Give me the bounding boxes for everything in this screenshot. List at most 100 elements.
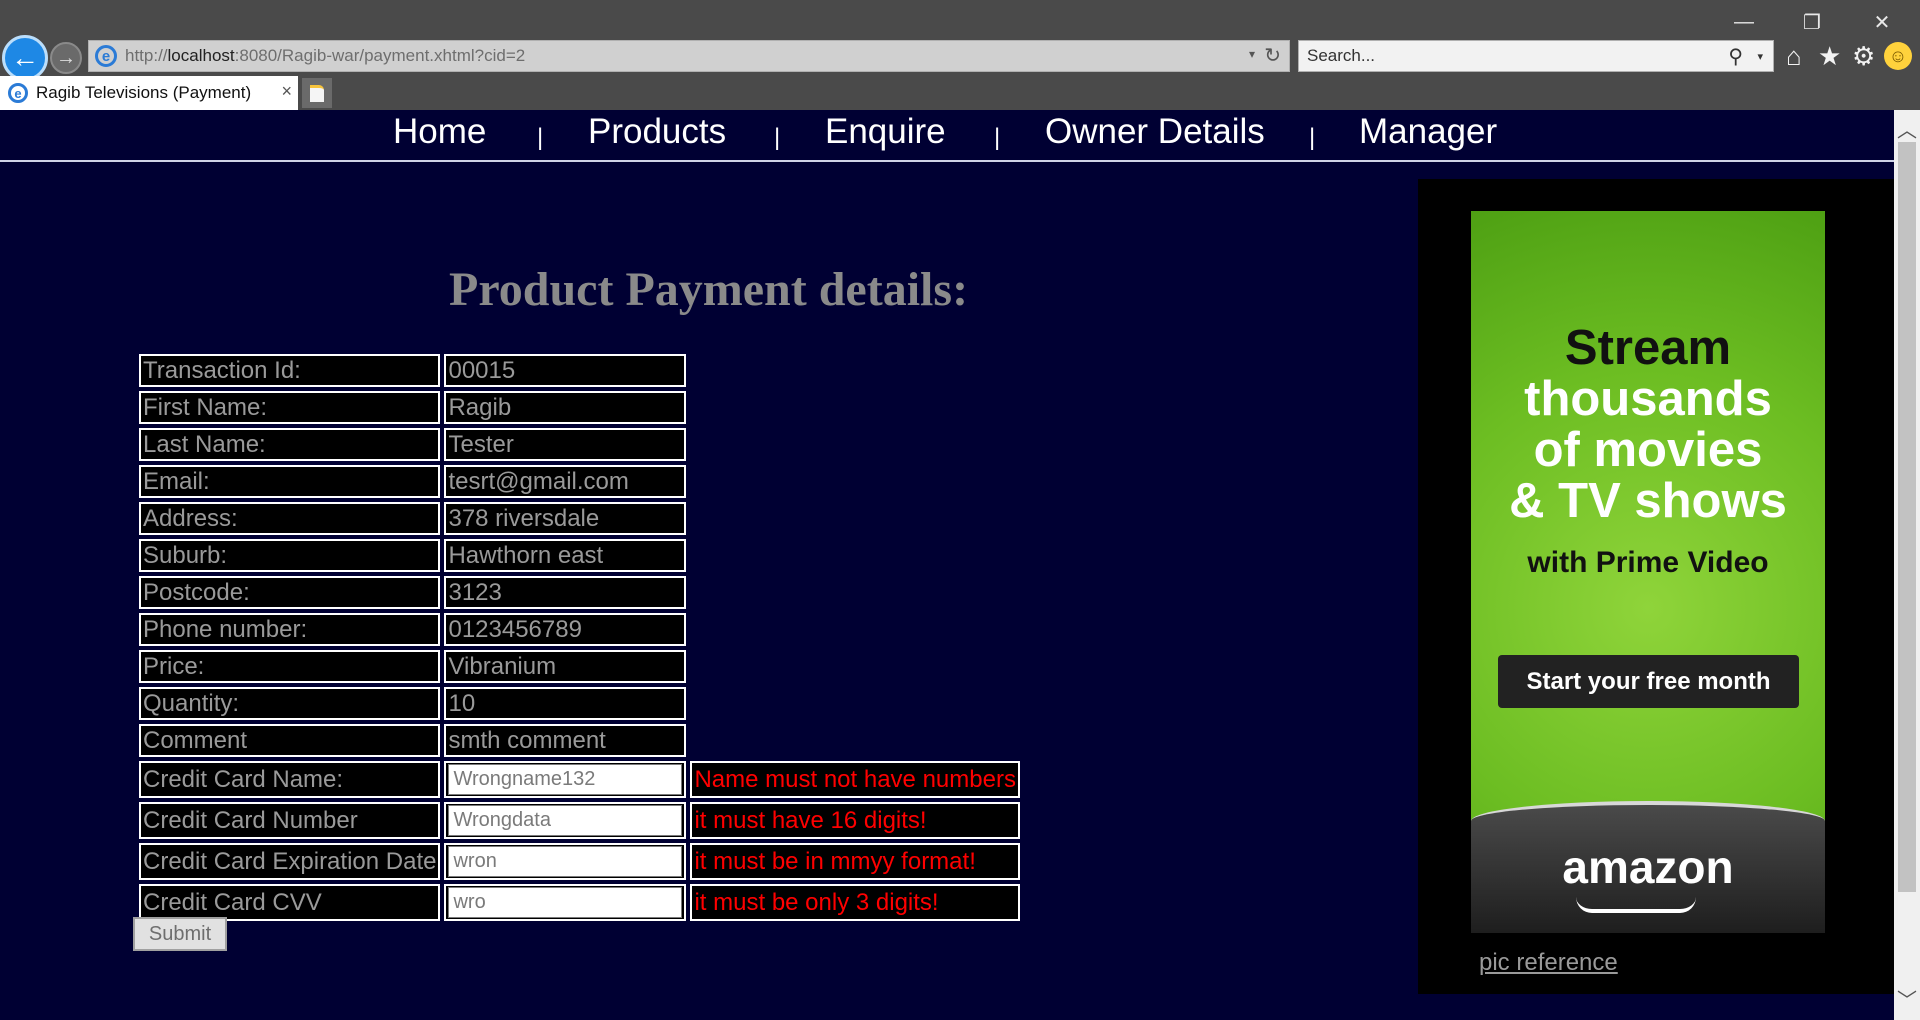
table-row: Credit Card Name: Name must not have num… <box>139 761 1020 798</box>
table-row: Credit Card Number it must have 16 digit… <box>139 802 1020 839</box>
table-row: Credit Card Expiration Date it must be i… <box>139 843 1020 880</box>
forward-arrow-icon: → <box>56 47 76 69</box>
favorites-star-icon[interactable]: ★ <box>1818 42 1841 70</box>
amazon-logo: amazon <box>1562 841 1734 893</box>
credit-card-expiration-input[interactable] <box>448 846 683 877</box>
table-row: Credit Card CVV it must be only 3 digits… <box>139 884 1020 921</box>
tab-title: Ragib Televisions (Payment) <box>36 83 252 102</box>
validation-error: it must have 16 digits! <box>690 802 1020 839</box>
table-row: Email: tesrt@gmail.com <box>139 465 1020 498</box>
search-dropdown-icon[interactable]: ▾ <box>1757 50 1763 63</box>
ad-headline-line: of movies <box>1533 423 1763 477</box>
scroll-thumb[interactable] <box>1898 142 1916 892</box>
url-prefix: http:// <box>125 46 168 65</box>
browser-search-input[interactable] <box>1299 41 1679 71</box>
credit-card-name-input[interactable] <box>448 764 683 795</box>
new-tab-icon <box>310 84 324 102</box>
feedback-smiley-icon[interactable]: ☺ <box>1884 42 1912 70</box>
field-label: Credit Card Number <box>139 802 441 839</box>
forward-button[interactable]: → <box>50 42 82 74</box>
input-cell <box>444 802 687 839</box>
home-icon[interactable]: ⌂ <box>1786 42 1802 70</box>
table-row: Price: Vibranium <box>139 650 1020 683</box>
validation-error: it must be only 3 digits! <box>690 884 1020 921</box>
table-row: Last Name: Tester <box>139 428 1020 461</box>
ad-subline: with Prime Video <box>1527 546 1769 579</box>
ad-headline-line: thousands <box>1524 372 1772 426</box>
field-value: 00015 <box>444 354 687 387</box>
field-value: 10 <box>444 687 687 720</box>
table-row: Postcode: 3123 <box>139 576 1020 609</box>
field-label: First Name: <box>139 391 441 424</box>
scroll-down-icon[interactable]: ﹀ <box>1894 984 1920 1012</box>
browser-chrome: — ❐ ✕ ← → e http://localhost:8080/Ragib-… <box>0 0 1920 110</box>
gear-icon[interactable]: ⚙ <box>1852 42 1875 70</box>
ad-footer: amazon <box>1471 801 1825 933</box>
validation-error: Name must not have numbers <box>690 761 1020 798</box>
vertical-scrollbar[interactable]: ︿ ﹀ <box>1894 110 1920 1020</box>
input-cell <box>444 843 687 880</box>
field-label: Credit Card Name: <box>139 761 441 798</box>
nav-separator: | <box>537 124 544 151</box>
nav-products-link[interactable]: Products <box>588 112 726 152</box>
page-content: Home | Products | Enquire | Owner Detail… <box>0 110 1894 1020</box>
field-label: Credit Card Expiration Date <box>139 843 441 880</box>
scroll-up-icon[interactable]: ︿ <box>1894 114 1920 142</box>
nav-manager-link[interactable]: Manager <box>1359 112 1497 152</box>
ie-page-icon: e <box>95 45 117 67</box>
address-bar[interactable]: e http://localhost:8080/Ragib-war/paymen… <box>88 40 1290 72</box>
tab-payment[interactable]: e Ragib Televisions (Payment) × <box>0 76 298 110</box>
field-label: Transaction Id: <box>139 354 441 387</box>
restore-button[interactable]: ❐ <box>1784 6 1840 38</box>
table-row: Address: 378 riversdale <box>139 502 1020 535</box>
field-label: Address: <box>139 502 441 535</box>
site-nav: Home | Products | Enquire | Owner Detail… <box>0 110 1894 162</box>
field-label: Suburb: <box>139 539 441 572</box>
field-label: Phone number: <box>139 613 441 646</box>
submit-button[interactable]: Submit <box>133 917 227 951</box>
field-value: 3123 <box>444 576 687 609</box>
field-label: Last Name: <box>139 428 441 461</box>
table-row: First Name: Ragib <box>139 391 1020 424</box>
url-text[interactable]: http://localhost:8080/Ragib-war/payment.… <box>125 46 525 66</box>
ad-cta-button[interactable]: Start your free month <box>1498 655 1799 708</box>
new-tab-button[interactable] <box>302 78 332 108</box>
refresh-icon[interactable]: ↻ <box>1264 43 1281 68</box>
field-label: Quantity: <box>139 687 441 720</box>
back-button[interactable]: ← <box>2 35 48 81</box>
nav-owner-details-link[interactable]: Owner Details <box>1045 112 1265 152</box>
page-title: Product Payment details: <box>449 263 969 316</box>
nav-enquire-link[interactable]: Enquire <box>825 112 946 152</box>
table-row: Comment smth comment <box>139 724 1020 757</box>
minimize-button[interactable]: — <box>1716 6 1772 38</box>
table-row: Quantity: 10 <box>139 687 1020 720</box>
ad-headline-line: & TV shows <box>1509 474 1787 528</box>
prime-video-ad-banner[interactable]: Stream thousands of movies & TV shows wi… <box>1471 211 1825 933</box>
nav-separator: | <box>774 124 781 151</box>
field-value: tesrt@gmail.com <box>444 465 687 498</box>
search-icon[interactable]: ⚲ <box>1728 44 1743 69</box>
browser-search-box[interactable]: ⚲ ▾ <box>1298 40 1774 72</box>
field-label: Postcode: <box>139 576 441 609</box>
table-row: Phone number: 0123456789 <box>139 613 1020 646</box>
field-value: Hawthorn east <box>444 539 687 572</box>
nav-separator: | <box>994 124 1001 151</box>
tab-close-icon[interactable]: × <box>281 81 292 102</box>
input-cell <box>444 884 687 921</box>
field-label: Credit Card CVV <box>139 884 441 921</box>
credit-card-number-input[interactable] <box>448 805 683 836</box>
close-window-button[interactable]: ✕ <box>1854 6 1910 38</box>
back-arrow-icon: ← <box>11 42 39 73</box>
field-value: Tester <box>444 428 687 461</box>
ad-headline-line: Stream <box>1564 321 1732 375</box>
field-value: 0123456789 <box>444 613 687 646</box>
ad-headline: Stream thousands of movies & TV shows <box>1471 323 1825 527</box>
field-value: smth comment <box>444 724 687 757</box>
field-label: Comment <box>139 724 441 757</box>
field-value: Ragib <box>444 391 687 424</box>
pic-reference-link[interactable]: pic reference <box>1479 949 1618 977</box>
address-dropdown-icon[interactable]: ▾ <box>1249 47 1255 61</box>
credit-card-cvv-input[interactable] <box>448 887 683 918</box>
nav-home-link[interactable]: Home <box>393 112 486 152</box>
url-host: localhost <box>167 46 235 65</box>
